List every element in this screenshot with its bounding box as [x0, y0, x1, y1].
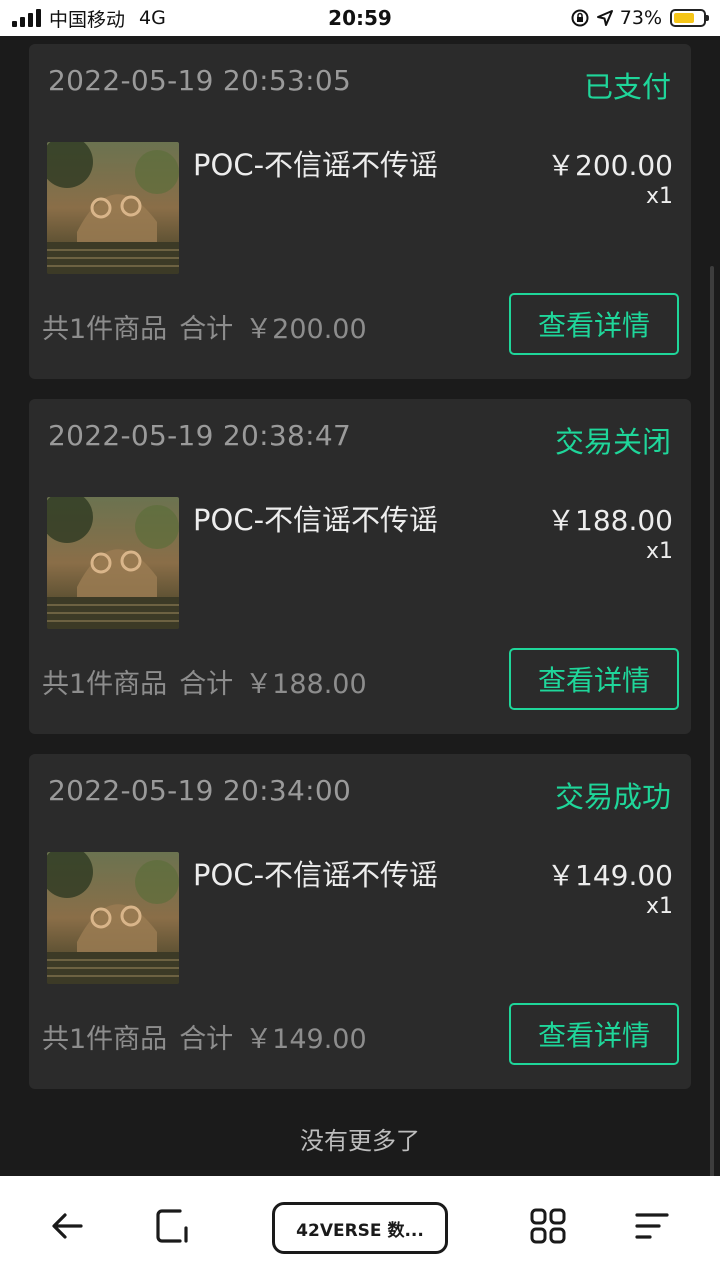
view-details-button[interactable]: 查看详情 [509, 1003, 679, 1065]
no-more-text: 没有更多了 [300, 1127, 420, 1155]
product-thumbnail[interactable] [47, 852, 179, 984]
product-price: ￥149.00 [547, 859, 673, 892]
product-thumbnail[interactable] [47, 497, 179, 629]
order-time: 2022-05-19 20:38:47 [48, 419, 352, 452]
order-time: 2022-05-19 20:34:00 [48, 774, 352, 807]
product-price: ￥188.00 [547, 504, 673, 537]
product-price: ￥200.00 [547, 149, 673, 182]
view-details-button[interactable]: 查看详情 [509, 648, 679, 710]
product-name[interactable]: POC-不信谣不传谣 [193, 497, 438, 539]
product-name[interactable]: POC-不信谣不传谣 [193, 852, 438, 894]
browser-toolbar: 42VERSE 数... [0, 1176, 720, 1280]
order-summary: 共1件商品 合计 ￥188.00 [42, 662, 379, 701]
total-label: 合计 [179, 314, 234, 345]
order-card[interactable]: 2022-05-19 20:38:47 交易关闭 POC-不信谣不传谣 ￥188… [29, 399, 691, 734]
grid-icon[interactable] [528, 1206, 568, 1246]
status-right: 73% [570, 0, 709, 36]
status-bar: 中国移动 4G 20:59 73% [0, 0, 720, 36]
order-status: 已支付 [583, 70, 671, 104]
order-total: ￥200.00 [245, 314, 367, 345]
rotation-lock-icon [571, 9, 589, 27]
product-quantity: x1 [645, 894, 673, 919]
order-summary: 共1件商品 合计 ￥149.00 [42, 1017, 379, 1056]
order-list[interactable]: 2022-05-19 20:53:05 已支付 POC-不信谣不传谣 ￥200.… [0, 36, 720, 1176]
view-details-button[interactable]: 查看详情 [509, 293, 679, 355]
battery-fill [674, 13, 694, 23]
product-quantity: x1 [645, 184, 673, 209]
order-card[interactable]: 2022-05-19 20:53:05 已支付 POC-不信谣不传谣 ￥200.… [29, 44, 691, 379]
order-card[interactable]: 2022-05-19 20:34:00 交易成功 POC-不信谣不传谣 ￥149… [29, 754, 691, 1089]
item-count: 共1件商品 [42, 669, 168, 700]
tab-switch-icon[interactable] [153, 1206, 193, 1246]
location-arrow-icon [596, 10, 613, 26]
battery-percent: 73% [619, 7, 662, 29]
product-name[interactable]: POC-不信谣不传谣 [193, 142, 438, 184]
order-summary: 共1件商品 合计 ￥200.00 [42, 307, 379, 346]
product-thumbnail[interactable] [47, 142, 179, 274]
total-label: 合计 [179, 669, 234, 700]
total-label: 合计 [179, 1024, 234, 1055]
item-count: 共1件商品 [42, 1024, 168, 1055]
battery-icon [670, 9, 709, 27]
product-quantity: x1 [645, 539, 673, 564]
order-status: 交易成功 [554, 780, 671, 814]
current-tab-button[interactable]: 42VERSE 数... [272, 1202, 448, 1254]
order-status: 交易关闭 [554, 425, 671, 459]
scrollbar[interactable] [710, 266, 714, 1176]
menu-lines-icon[interactable] [632, 1206, 672, 1246]
order-total: ￥188.00 [245, 669, 367, 700]
order-total: ￥149.00 [245, 1024, 367, 1055]
order-time: 2022-05-19 20:53:05 [48, 64, 352, 97]
back-arrow-icon[interactable] [47, 1206, 87, 1246]
item-count: 共1件商品 [42, 314, 168, 345]
